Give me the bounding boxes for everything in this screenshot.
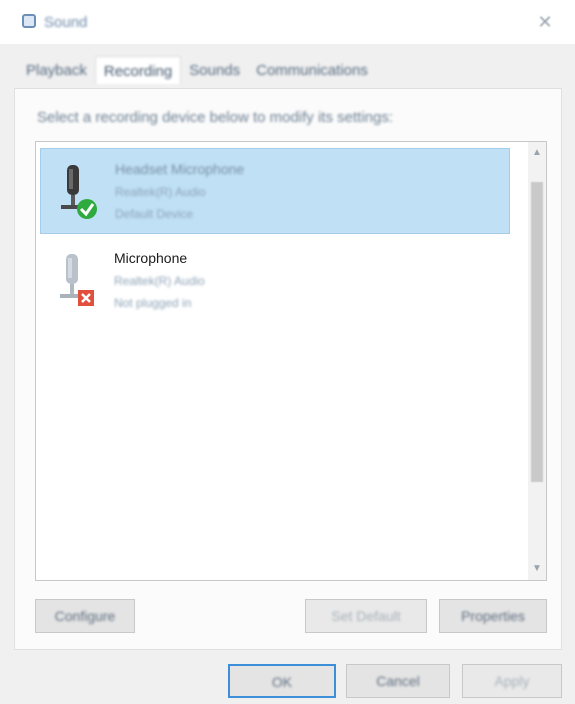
device-name: Headset Microphone bbox=[115, 161, 245, 177]
close-button[interactable]: ✕ bbox=[533, 10, 557, 34]
instruction-text: Select a recording device below to modif… bbox=[37, 109, 394, 126]
device-name: Microphone bbox=[114, 250, 188, 266]
tab-recording[interactable]: Recording bbox=[94, 56, 182, 84]
list-item-headset-microphone[interactable]: Headset Microphone Realtek(R) Audio Defa… bbox=[40, 148, 510, 234]
window-title: Sound bbox=[44, 14, 88, 31]
device-driver: Realtek(R) Audio bbox=[115, 185, 206, 199]
configure-button[interactable]: Configure bbox=[35, 599, 135, 633]
tab-strip: Playback Recording Sounds Communications bbox=[18, 56, 376, 88]
properties-button[interactable]: Properties bbox=[439, 599, 547, 633]
device-status: Default Device bbox=[115, 207, 194, 221]
device-status: Not plugged in bbox=[114, 296, 192, 310]
set-default-button[interactable]: Set Default bbox=[305, 599, 427, 633]
scroll-up-arrow-icon[interactable]: ▲ bbox=[531, 146, 543, 160]
ok-button[interactable]: OK bbox=[228, 664, 336, 698]
tab-playback[interactable]: Playback bbox=[18, 56, 95, 88]
scroll-thumb[interactable] bbox=[531, 182, 543, 482]
scroll-down-arrow-icon[interactable]: ▼ bbox=[531, 562, 543, 576]
recording-panel: Select a recording device below to modif… bbox=[14, 88, 562, 650]
properties-label: Properties bbox=[461, 608, 525, 624]
set-default-label: Set Default bbox=[331, 608, 401, 624]
apply-button[interactable]: Apply bbox=[462, 664, 562, 698]
microphone-default-icon bbox=[61, 165, 97, 219]
cancel-label: Cancel bbox=[376, 673, 420, 689]
tab-communications[interactable]: Communications bbox=[248, 56, 376, 88]
microphone-unplugged-icon bbox=[60, 254, 94, 306]
cancel-button[interactable]: Cancel bbox=[346, 664, 450, 698]
vertical-scrollbar[interactable]: ▲ ▼ bbox=[528, 142, 546, 580]
device-driver: Realtek(R) Audio bbox=[114, 274, 205, 288]
apply-label: Apply bbox=[494, 673, 530, 689]
sound-app-icon bbox=[22, 14, 36, 28]
device-list[interactable]: Headset Microphone Realtek(R) Audio Defa… bbox=[35, 141, 547, 581]
tab-sounds[interactable]: Sounds bbox=[181, 56, 248, 88]
title-bar: Sound ✕ bbox=[0, 0, 575, 44]
ok-label: OK bbox=[271, 674, 293, 690]
configure-label: Configure bbox=[54, 608, 116, 624]
list-item-microphone[interactable]: Microphone Realtek(R) Audio Not plugged … bbox=[40, 238, 510, 324]
